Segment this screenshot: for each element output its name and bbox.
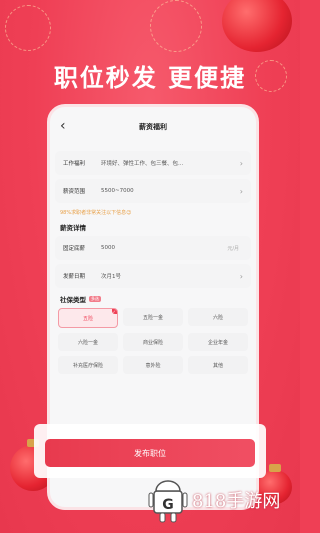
headline: 职位秒发 更便捷: [53, 64, 247, 92]
row-label: 发薪日期: [63, 274, 86, 280]
insurance-option[interactable]: 六险一金: [58, 333, 118, 351]
section-title-text: 社保类型: [60, 296, 86, 304]
row-label: 薪资范围: [63, 189, 86, 195]
row-value: 次月1号: [101, 274, 121, 280]
benefits-row[interactable]: 工作福利 环境好、弹性工作、包三餐、包... ›: [55, 151, 251, 175]
row-value: 5500~7000: [101, 188, 134, 194]
insurance-options: 五险 五险一金 六险 六险一金 商业保险 企业年金 补充医疗保险 意外险 其他: [58, 308, 248, 374]
base-salary-row[interactable]: 固定底薪 5000 元/月: [55, 236, 251, 260]
firework-decoration: [150, 0, 202, 52]
salary-details-title: 薪资详情: [60, 222, 246, 232]
pay-date-row[interactable]: 发薪日期 次月1号 ›: [55, 264, 251, 288]
chevron-right-icon: ›: [239, 158, 243, 168]
multi-select-tag: 多选: [89, 296, 101, 302]
watermark: G 818手游网: [148, 472, 298, 528]
row-label: 固定底薪: [63, 246, 86, 252]
section-title-text: 薪资详情: [60, 224, 86, 232]
svg-text:G: G: [162, 497, 174, 513]
insurance-option[interactable]: 意外险: [123, 356, 183, 374]
chevron-right-icon: ›: [239, 186, 243, 196]
insurance-title: 社保类型 多选: [60, 294, 246, 304]
unit-label: 元/月: [227, 245, 239, 252]
insurance-option[interactable]: 五险: [58, 308, 118, 328]
notice-text: 98%求职者非常关注以下信息😉: [60, 210, 132, 216]
insurance-option[interactable]: 其他: [188, 356, 248, 374]
base-salary-input[interactable]: 5000: [101, 245, 227, 251]
insurance-option[interactable]: 六险: [188, 308, 248, 326]
insurance-option[interactable]: 五险一金: [123, 308, 183, 326]
top-bar: ‹ 薪资福利: [50, 107, 256, 147]
insurance-option[interactable]: 补充医疗保险: [58, 356, 118, 374]
publish-job-button[interactable]: 发布职位: [45, 439, 255, 467]
back-icon[interactable]: ‹: [60, 118, 66, 134]
row-label: 工作福利: [63, 161, 86, 167]
row-value: 环境好、弹性工作、包三餐、包...: [101, 161, 184, 167]
firework-decoration: [5, 5, 51, 51]
insurance-option[interactable]: 商业保险: [123, 333, 183, 351]
screen-title: 薪资福利: [139, 123, 167, 131]
android-robot-icon: G: [148, 477, 188, 523]
salary-range-row[interactable]: 薪资范围 5500~7000 ›: [55, 179, 251, 203]
chevron-right-icon: ›: [239, 271, 243, 281]
insurance-option[interactable]: 企业年金: [188, 333, 248, 351]
watermark-text: 818手游网: [192, 491, 281, 512]
